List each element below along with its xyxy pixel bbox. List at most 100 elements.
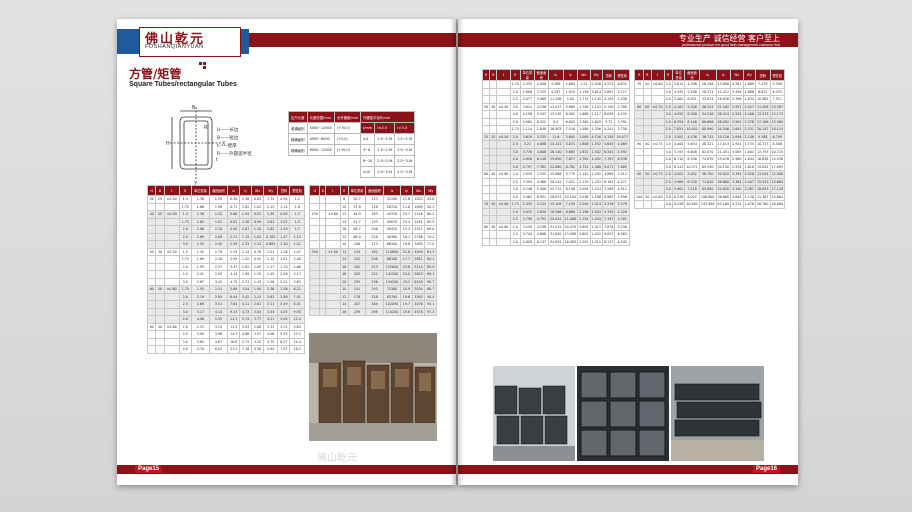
table-cell — [489, 215, 498, 224]
table-cell — [633, 177, 645, 186]
table-cell: 74.2 — [424, 232, 437, 241]
table-cell: 7.269 — [601, 185, 616, 194]
table-cell: (+5,0) — [333, 133, 362, 145]
table-cell: 8.781 — [562, 162, 579, 171]
table-row: 10 106 173 86100 19.8 3489 77.0 — [308, 240, 437, 249]
table-cell: 1.292 — [589, 170, 604, 179]
table-cell: 93.1 — [424, 300, 437, 309]
table-cell: 9.188 — [754, 132, 771, 141]
table-cell: 21.2 — [227, 345, 241, 354]
table-cell: 3.17 — [190, 307, 210, 316]
table-cell: 16 — [339, 262, 349, 271]
table-header: Ix — [227, 185, 241, 196]
table-header: t — [496, 69, 511, 81]
table-cell: 1.42 — [239, 255, 253, 264]
table-cell: 1.36 — [190, 210, 210, 219]
table-header: 允许偏差/mm — [333, 111, 362, 123]
table-cell: 4.0 — [509, 110, 521, 119]
table-cell: 7.479 — [754, 80, 771, 89]
symbol-legend: H——长边 B——短边 t——壁厚 R——外圆弧半径 — [217, 127, 252, 159]
table-cell: 3.325 — [533, 87, 549, 96]
table-cell: 13.896 — [715, 80, 732, 89]
table-cell: 12 — [339, 292, 349, 301]
table-header: Wy — [424, 185, 437, 196]
table-cell: 2.0 — [178, 322, 192, 331]
table-cell — [481, 155, 491, 164]
table-cell: 3.692 — [562, 132, 579, 141]
table-cell: 85.9 — [424, 262, 437, 271]
table-cell — [308, 307, 321, 316]
table-header: 截面面积 — [533, 69, 549, 81]
table-cell: 1.25 — [251, 270, 265, 279]
table-cell: 3.93 — [239, 322, 253, 331]
table-cell: 4.869 — [601, 170, 616, 179]
table-cell — [325, 292, 341, 301]
table-cell — [650, 185, 665, 194]
table-cell: 6.376 — [671, 192, 686, 201]
table-cell: 2.0 — [178, 262, 192, 271]
tube-stack-image — [671, 366, 764, 461]
table-cell — [308, 240, 321, 249]
table-cell: 24.2 — [400, 277, 413, 286]
table-cell: 1.831 — [577, 147, 591, 156]
table-cell: 2216 — [411, 210, 426, 219]
table-cell: 1.75 — [178, 285, 192, 294]
table-header: Iy — [239, 185, 253, 196]
table-cell — [496, 147, 511, 156]
table-cell — [633, 125, 645, 134]
table-header: 扭转 — [754, 69, 771, 81]
table-cell: 3.96 — [208, 330, 229, 339]
table-cell: 1.45 — [263, 270, 279, 279]
table-cell: 5.04 — [277, 315, 291, 324]
table-cell: 3.42 — [239, 292, 253, 301]
table-cell: 0.81 — [227, 217, 241, 226]
table-header: 长度范围/mm — [306, 111, 335, 123]
table-cell: 114200 — [382, 307, 402, 316]
table-row: 3.0 3.17 4.14 9.13 4.73 3.04 3.54 4.05 9.93 — [146, 307, 305, 316]
table-cell — [146, 337, 157, 346]
table-cell: 46.224 — [698, 102, 717, 111]
table-cell: 2.88 — [251, 322, 265, 331]
table-cell: 4.952 — [671, 110, 686, 119]
table-cell: ±0.60 — [496, 200, 511, 209]
table-cell — [496, 230, 511, 239]
table-cell: 15.913 — [754, 177, 771, 186]
table-cell: 80 — [633, 102, 645, 111]
table-cell: 7.159 — [562, 200, 579, 209]
table-cell: 5.462 — [519, 192, 535, 201]
table-cell — [650, 132, 665, 141]
table-cell: 11.296 — [547, 95, 564, 104]
table-cell: 0.58 — [227, 195, 241, 204]
table-cell: 4.826 — [519, 155, 535, 164]
table-cell: 5.797 — [519, 162, 535, 171]
table-cell: 7.516 — [562, 125, 579, 134]
table-cell: 3.04 — [239, 285, 253, 294]
table-header: 惯性矩 — [769, 69, 786, 81]
corner-mark-icon — [199, 62, 208, 71]
table-cell: 1.75 — [509, 80, 521, 89]
table-cell: 5.33 — [277, 330, 291, 339]
table-cell: 84.1 — [424, 255, 437, 264]
table-cell: 5.130 — [601, 102, 616, 111]
table-row: 100 50 ±0.80 3.0 6.376 8.022 106.800 36.660 3.64… — [633, 192, 786, 201]
table-row: 2.5 3.21 4.088 14.121 5.071 1.808 1.552 5.645 4.… — [481, 140, 630, 149]
table-cell — [650, 95, 665, 104]
table-cell — [496, 192, 511, 201]
table-cell: 1.065 — [577, 132, 591, 141]
table-cell: 3.0 — [178, 307, 192, 316]
table-cell: 17.166 — [754, 117, 771, 126]
table-cell: 1.986 — [577, 125, 591, 134]
table-cell — [325, 277, 341, 286]
table-header: 单位重量 — [190, 185, 210, 196]
table-row: 4.0 4.826 6.148 19.690 7.617 1.781 1.492 7.787 6… — [481, 155, 630, 164]
table-row: 2.0 1.86 2.18 0.90 2.67 1.10 1.82 1.19 1.7 — [146, 225, 305, 234]
table-cell: 36.752 — [698, 132, 717, 141]
table-cell: 2.138 — [742, 192, 756, 201]
table-cell — [146, 277, 157, 286]
table-header: 扭转 — [277, 185, 291, 196]
table-cell: 1.75 — [178, 255, 192, 264]
table-cell: 70 — [633, 80, 645, 89]
dim-label-h: H — [166, 141, 170, 147]
table-cell: 3.259 — [519, 222, 535, 231]
table-cell: 31.620 — [547, 230, 564, 239]
